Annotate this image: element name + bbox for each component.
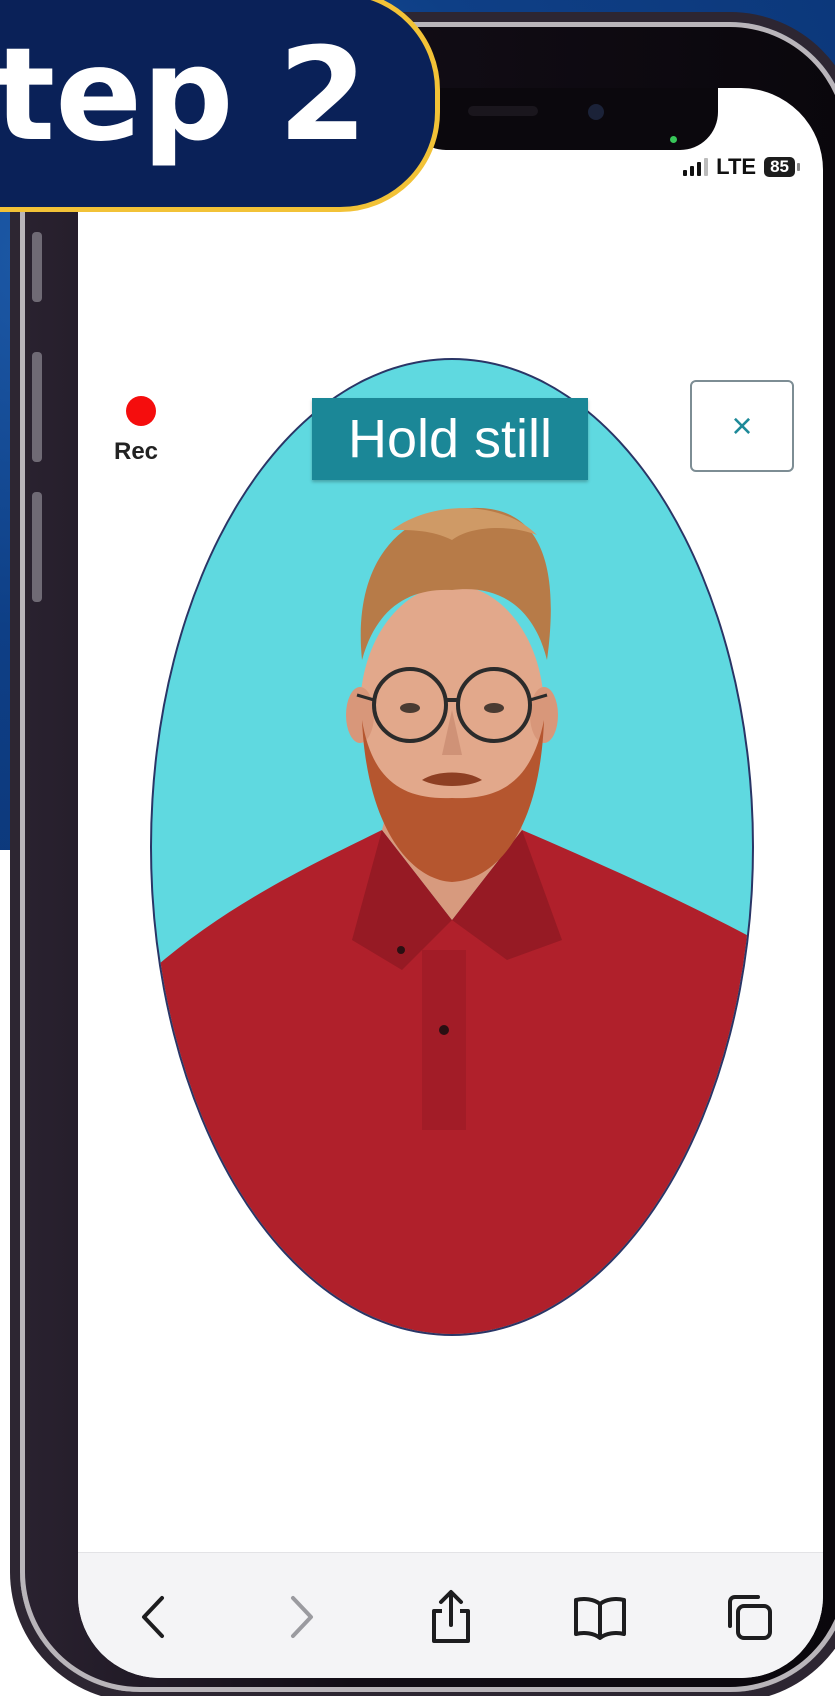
face-capture-oval	[150, 358, 754, 1336]
tabs-icon	[727, 1595, 772, 1640]
chevron-left-icon	[141, 1596, 164, 1638]
network-type: LTE	[716, 154, 757, 179]
chevron-right-icon	[290, 1596, 313, 1638]
close-button[interactable]: ×	[690, 380, 794, 472]
share-icon	[431, 1590, 470, 1643]
speaker	[468, 106, 538, 116]
back-button[interactable]	[121, 1585, 185, 1649]
hold-still-prompt: Hold still	[312, 398, 588, 480]
camera-in-use-indicator	[670, 136, 677, 143]
portrait-image	[152, 507, 752, 1334]
tabs-button[interactable]	[717, 1585, 781, 1649]
status-bar: LTE 85	[683, 154, 800, 180]
share-button[interactable]	[419, 1585, 483, 1649]
step-title: tep 2	[0, 21, 368, 170]
browser-toolbar	[78, 1552, 823, 1678]
front-camera	[588, 104, 604, 120]
bookmarks-icon	[573, 1597, 626, 1640]
signal-icon	[683, 158, 709, 176]
phone-frame: LTE 85 Rec Hold still ×	[20, 22, 835, 1692]
close-icon: ×	[731, 405, 753, 446]
forward-button[interactable]	[270, 1585, 334, 1649]
bookmarks-button[interactable]	[568, 1585, 632, 1649]
phone-screen: LTE 85 Rec Hold still ×	[78, 88, 823, 1678]
page: LTE 85 Rec Hold still × tep 2	[0, 0, 835, 1696]
phone-volume-up	[32, 352, 42, 462]
battery-icon: 85	[764, 157, 800, 177]
phone-volume-down	[32, 492, 42, 602]
phone-silent-switch	[32, 232, 42, 302]
